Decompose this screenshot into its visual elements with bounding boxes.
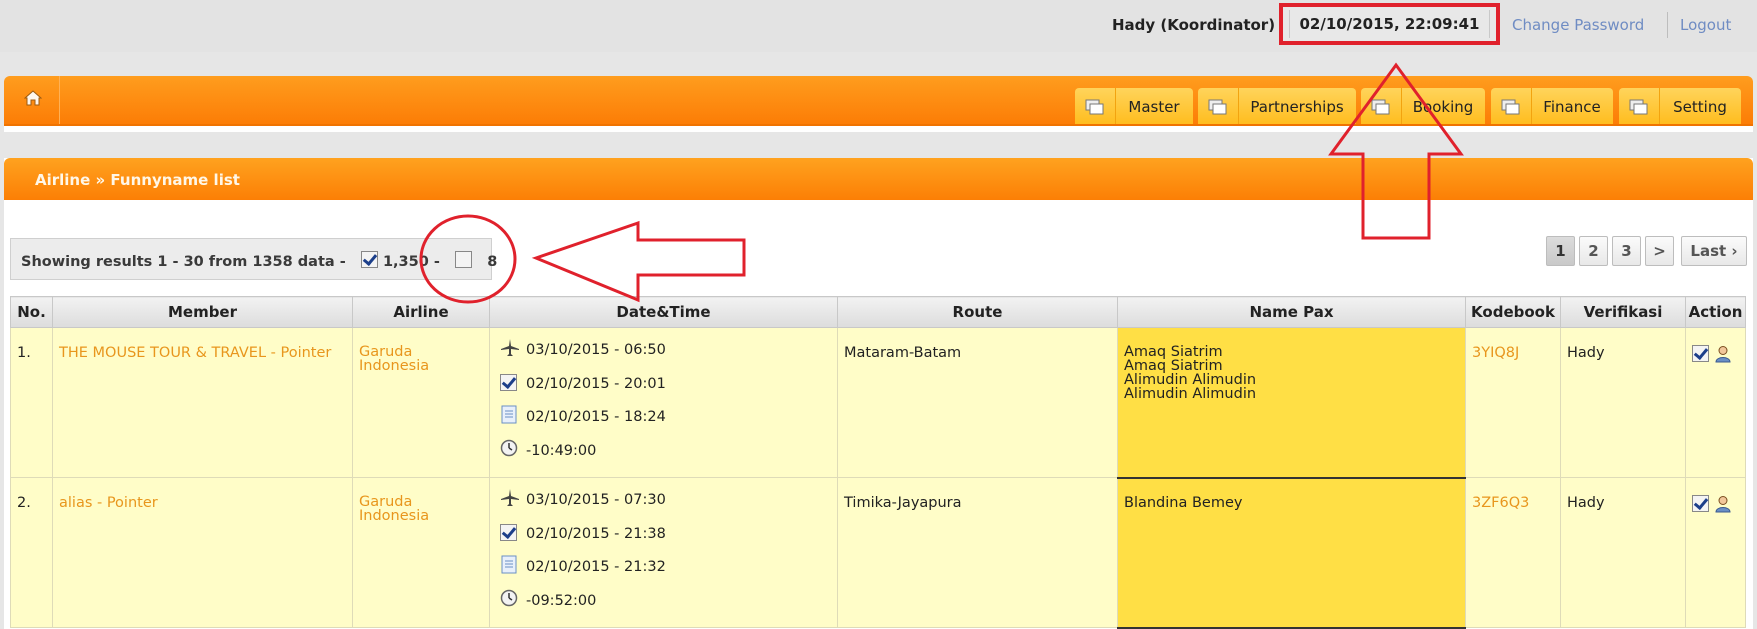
datetime-highlight-box: 02/10/2015, 22:09:41: [1279, 3, 1500, 45]
panel-header: Airline » Funnyname list: [4, 158, 1753, 200]
checked-count: 1,350: [382, 254, 429, 270]
document-icon: [501, 555, 517, 574]
airplane-icon: [501, 339, 519, 356]
tab-booking[interactable]: Booking: [1361, 88, 1485, 124]
verify-action-icon[interactable]: [1692, 495, 1709, 512]
next-page-button[interactable]: >: [1645, 236, 1674, 266]
window-icon: [1501, 99, 1520, 115]
table-row: 2. alias - Pointer Garuda Indonesia 03/1…: [10, 477, 1746, 629]
document-icon: [501, 405, 517, 424]
table-header-row: No. Member Airline Date&Time Route Name …: [10, 296, 1746, 328]
tab-setting[interactable]: Setting: [1619, 88, 1741, 124]
checked-checkbox-icon: [360, 251, 378, 268]
datetime-display: 02/10/2015, 22:09:41: [1289, 10, 1490, 38]
window-icon: [1371, 99, 1390, 115]
col-header-verifikasi[interactable]: Verifikasi: [1560, 296, 1686, 328]
col-header-name-pax[interactable]: Name Pax: [1117, 296, 1466, 328]
tab-label: Setting: [1673, 98, 1727, 116]
unchecked-checkbox-icon: [455, 251, 473, 268]
table-row: 1. THE MOUSE TOUR & TRAVEL - Pointer Gar…: [10, 327, 1746, 479]
tab-label: Partnerships: [1250, 98, 1344, 116]
verifikasi: Hady: [1560, 477, 1686, 628]
col-header-member[interactable]: Member: [52, 296, 353, 328]
results-summary: Showing results 1 - 30 from 1358 data - …: [10, 238, 497, 280]
unchecked-count: 8: [487, 254, 498, 270]
route: Mataram-Batam: [837, 327, 1118, 478]
member-link[interactable]: THE MOUSE TOUR & TRAVEL - Pointer: [59, 345, 331, 361]
home-button[interactable]: [4, 76, 60, 124]
verify-action-icon[interactable]: [1692, 345, 1709, 362]
user-icon[interactable]: [1714, 345, 1732, 363]
verified-check-icon: [500, 523, 517, 541]
col-header-route[interactable]: Route: [837, 296, 1118, 328]
time-left: -10:49:00: [526, 442, 597, 459]
airline-link[interactable]: Garuda Indonesia: [359, 494, 429, 524]
page-3-button[interactable]: 3: [1612, 236, 1641, 266]
breadcrumb: Airline » Funnyname list: [35, 171, 240, 189]
kodebook-link[interactable]: 3YIQ8J: [1472, 345, 1519, 361]
tab-finance[interactable]: Finance: [1491, 88, 1613, 124]
user-icon[interactable]: [1714, 495, 1732, 513]
kodebook-link[interactable]: 3ZF6Q3: [1472, 495, 1529, 511]
pax-name: Alimudin Alimudin: [1124, 386, 1257, 402]
tab-partnerships[interactable]: Partnerships: [1198, 88, 1356, 124]
pax-name: Blandina Bemey: [1124, 494, 1243, 511]
col-header-kodebook[interactable]: Kodebook: [1465, 296, 1561, 328]
tab-label: Booking: [1412, 98, 1474, 116]
verified-check-icon: [500, 373, 517, 391]
tab-label: Master: [1128, 98, 1180, 116]
member-link[interactable]: alias - Pointer: [59, 495, 158, 511]
col-header-airline[interactable]: Airline: [352, 296, 490, 328]
route: Timika-Jayapura: [837, 477, 1118, 628]
top-bar: Hady (Koordinator) 02/10/2015, 22:09:41 …: [0, 0, 1757, 52]
booked-time: 02/10/2015 - 18:24: [526, 409, 666, 425]
flight-time: 03/10/2015 - 06:50: [526, 342, 666, 358]
results-text: Showing results 1 - 30 from 1358 data -: [21, 254, 346, 270]
logout-link[interactable]: Logout: [1680, 16, 1731, 34]
clock-icon: [500, 439, 518, 456]
col-header-no[interactable]: No.: [10, 296, 53, 328]
tab-label: Finance: [1543, 98, 1601, 116]
booked-time: 02/10/2015 - 21:32: [526, 559, 666, 575]
airline-link[interactable]: Garuda Indonesia: [359, 344, 429, 374]
main-nav: Master Partnerships Booking Finance Sett…: [4, 76, 1753, 126]
row-number: 1.: [10, 327, 53, 478]
flight-time: 03/10/2015 - 07:30: [526, 492, 666, 508]
nav-underline: [4, 126, 1753, 132]
col-header-action[interactable]: Action: [1685, 296, 1746, 328]
page-2-button[interactable]: 2: [1579, 236, 1608, 266]
pax-name: Amaq Siatrim: [1124, 344, 1223, 360]
pax-name: Amaq Siatrim: [1124, 358, 1223, 374]
page-1-button[interactable]: 1: [1546, 236, 1575, 266]
pax-name: Alimudin Alimudin: [1124, 372, 1257, 388]
change-password-link[interactable]: Change Password: [1512, 16, 1644, 34]
window-icon: [1629, 99, 1648, 115]
airline-line-2: Indonesia: [359, 508, 430, 524]
row-number: 2.: [10, 477, 53, 628]
clock-icon: [500, 589, 518, 606]
time-left: -09:52:00: [526, 592, 597, 609]
verified-time: 02/10/2015 - 21:38: [526, 525, 666, 542]
verifikasi: Hady: [1560, 327, 1686, 478]
airline-line-2: Indonesia: [359, 358, 430, 374]
funnyname-table: No. Member Airline Date&Time Route Name …: [10, 296, 1746, 629]
col-header-datetime[interactable]: Date&Time: [489, 296, 838, 328]
verified-time: 02/10/2015 - 20:01: [526, 375, 666, 392]
window-icon: [1208, 99, 1227, 115]
user-name: Hady (Koordinator): [1112, 16, 1276, 34]
count-separator: -: [433, 254, 440, 270]
airplane-icon: [501, 489, 519, 506]
last-page-button[interactable]: Last ›: [1681, 236, 1747, 266]
top-link-divider: [1667, 12, 1668, 38]
tab-master[interactable]: Master: [1075, 88, 1193, 124]
home-icon: [24, 90, 42, 106]
window-icon: [1085, 99, 1104, 115]
